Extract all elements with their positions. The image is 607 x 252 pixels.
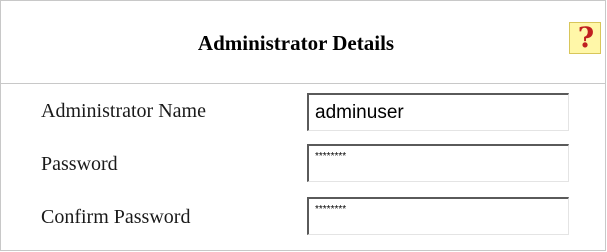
password-input[interactable] xyxy=(307,144,569,182)
admin-name-label: Administrator Name xyxy=(41,100,206,122)
admin-name-input[interactable] xyxy=(307,93,569,131)
panel-title: Administrator Details xyxy=(197,31,395,55)
administrator-details-panel: Administrator Details ? Administrator Na… xyxy=(0,0,606,251)
confirm-password-label: Confirm Password xyxy=(41,206,191,228)
help-question-icon: ? xyxy=(577,21,595,54)
help-button[interactable]: ? xyxy=(569,21,601,54)
password-label: Password xyxy=(41,153,118,175)
confirm-password-input[interactable] xyxy=(307,197,569,235)
panel-header: Administrator Details ? xyxy=(1,1,605,84)
